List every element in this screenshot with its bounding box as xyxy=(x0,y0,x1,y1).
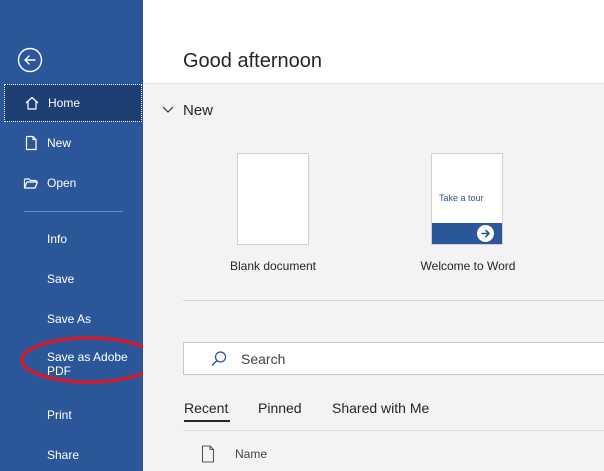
section-divider xyxy=(183,300,604,301)
sidebar-item-home[interactable]: Home xyxy=(4,84,142,122)
page-title: Good afternoon xyxy=(183,50,322,72)
sidebar-item-info[interactable]: Info xyxy=(4,220,142,258)
sidebar-item-open[interactable]: Open xyxy=(4,164,142,202)
template-caption: Blank document xyxy=(229,259,317,273)
tab-shared-with-me[interactable]: Shared with Me xyxy=(332,400,429,416)
sidebar-item-share[interactable]: Share xyxy=(4,436,142,471)
sidebar-item-save-as[interactable]: Save As xyxy=(4,300,142,338)
arrow-right-icon xyxy=(477,225,494,242)
sidebar-item-label: Home xyxy=(48,96,81,110)
section-title-new: New xyxy=(183,102,214,119)
search-icon xyxy=(210,350,228,368)
sidebar-item-print[interactable]: Print xyxy=(4,396,142,434)
greeting-header: Good afternoon xyxy=(143,0,604,84)
welcome-to-word-thumbnail[interactable]: Take a tour xyxy=(431,153,503,245)
sidebar-item-save[interactable]: Save xyxy=(4,260,142,298)
template-caption: Welcome to Word xyxy=(420,259,516,273)
sidebar-item-label: Open xyxy=(47,176,77,190)
new-document-icon xyxy=(22,134,40,152)
sidebar-item-label: Share xyxy=(47,448,80,462)
tab-pinned[interactable]: Pinned xyxy=(258,400,302,416)
highlight-circle-annotation xyxy=(20,336,158,384)
open-folder-icon xyxy=(22,174,40,192)
sidebar-item-label: Print xyxy=(47,408,72,422)
chevron-down-icon[interactable] xyxy=(161,103,175,117)
thumbnail-text: Take a tour xyxy=(439,193,484,203)
backstage-sidebar: Home New Open Info Save Save As Save as … xyxy=(0,0,158,471)
sidebar-item-label: Info xyxy=(47,232,68,246)
back-arrow-icon xyxy=(17,47,43,73)
sidebar-item-label: Save xyxy=(47,272,75,286)
tab-selected-indicator xyxy=(184,420,230,422)
tab-recent[interactable]: Recent xyxy=(184,400,228,416)
sidebar-divider xyxy=(24,211,123,212)
sidebar-item-label: Save As xyxy=(47,312,92,326)
backstage-main: Good afternoon New Blank document Take a… xyxy=(143,0,604,471)
home-icon xyxy=(23,94,41,112)
blank-document-thumbnail[interactable] xyxy=(237,153,309,245)
thumbnail-band xyxy=(432,223,502,244)
file-icon xyxy=(201,445,215,463)
column-header-name[interactable]: Name xyxy=(235,447,267,461)
file-list-header: Name xyxy=(183,430,604,471)
sidebar-item-label: New xyxy=(47,136,72,150)
sidebar-item-new[interactable]: New xyxy=(4,124,142,162)
search-input[interactable] xyxy=(241,350,541,367)
back-button[interactable] xyxy=(17,47,43,73)
search-box[interactable] xyxy=(183,342,604,375)
